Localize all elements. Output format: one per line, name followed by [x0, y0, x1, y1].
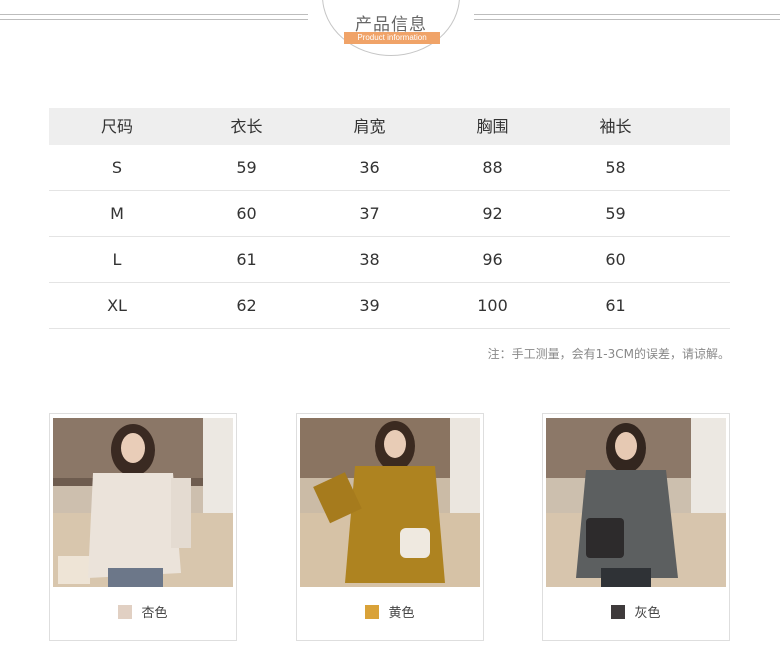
color-label-row: 杏色 — [50, 602, 236, 621]
table-cell: 36 — [359, 158, 380, 177]
measurement-note: 注：手工测量，会有1-3CM的误差，请谅解。 — [487, 347, 730, 361]
table-header: 尺码 衣长 肩宽 胸围 袖长 — [49, 108, 730, 145]
product-photo — [53, 418, 233, 587]
table-cell: 100 — [477, 296, 508, 315]
product-photo — [300, 418, 480, 587]
table-cell: 96 — [482, 250, 503, 269]
sweater-shape — [88, 473, 181, 578]
table-row: XL 62 39 100 61 — [49, 283, 730, 329]
table-cell: M — [110, 204, 124, 223]
header-rule — [474, 19, 780, 20]
color-label-row: 灰色 — [543, 602, 729, 621]
header-cell: 衣长 — [230, 117, 263, 136]
table-cell: S — [111, 158, 123, 177]
table-cell: 38 — [359, 250, 380, 269]
table-cell: 62 — [236, 296, 257, 315]
header-rule — [474, 14, 780, 15]
size-table: 尺码 衣长 肩宽 胸围 袖长 S 59 36 88 58 M 60 37 92 … — [49, 108, 730, 329]
section-subtitle: Product information — [344, 32, 440, 44]
table-cell: 59 — [236, 158, 257, 177]
header-cell: 胸围 — [476, 117, 509, 136]
table-cell: 39 — [359, 296, 380, 315]
table-row: M 60 37 92 59 — [49, 191, 730, 237]
color-label-row: 黄色 — [297, 602, 483, 621]
color-name: 黄色 — [388, 606, 415, 621]
color-name: 灰色 — [634, 606, 661, 621]
color-swatch — [118, 605, 133, 619]
table-cell: 37 — [359, 204, 380, 223]
table-cell: 61 — [236, 250, 257, 269]
product-photo — [546, 418, 726, 587]
table-cell: 92 — [482, 204, 503, 223]
table-cell: 61 — [605, 296, 626, 315]
color-swatch — [611, 605, 626, 619]
header-rule — [0, 19, 308, 20]
table-cell: 88 — [482, 158, 503, 177]
table-row: L 61 38 96 60 — [49, 237, 730, 283]
header-rule — [0, 14, 308, 15]
color-card-gray[interactable]: 灰色 — [542, 413, 730, 641]
table-cell: 58 — [605, 158, 626, 177]
table-row: S 59 36 88 58 — [49, 145, 730, 191]
color-name: 杏色 — [141, 606, 168, 621]
color-swatch — [365, 605, 380, 619]
header-cell: 尺码 — [100, 117, 133, 136]
table-cell: 60 — [236, 204, 257, 223]
header-cell: 袖长 — [599, 117, 632, 136]
table-cell: 59 — [605, 204, 626, 223]
color-card-apricot[interactable]: 杏色 — [49, 413, 237, 641]
header-cell: 肩宽 — [353, 117, 386, 136]
table-cell: XL — [107, 296, 127, 315]
color-card-yellow[interactable]: 黄色 — [296, 413, 484, 641]
table-cell: L — [112, 250, 122, 269]
table-cell: 60 — [605, 250, 626, 269]
